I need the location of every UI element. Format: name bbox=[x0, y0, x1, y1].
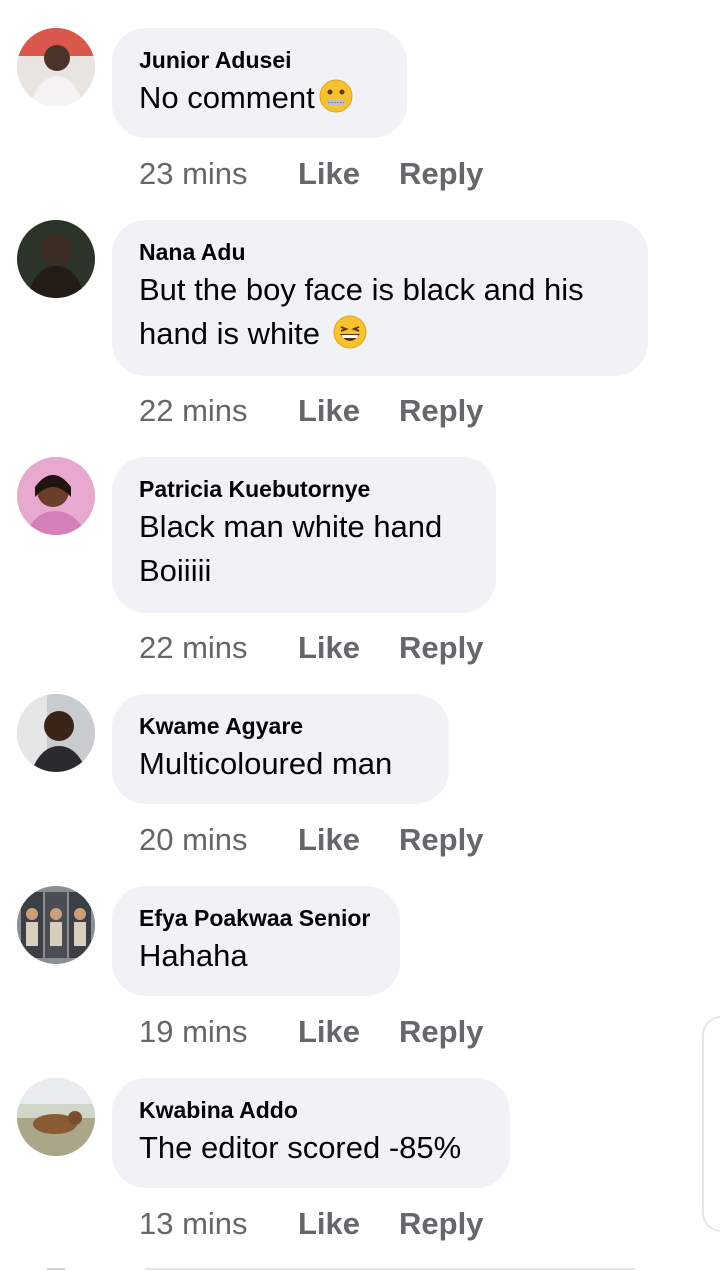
comment-bubble: Kwabina Addo The editor scored -85% bbox=[112, 1078, 510, 1188]
avatar[interactable] bbox=[17, 457, 95, 535]
like-button[interactable]: Like bbox=[298, 1204, 360, 1244]
divider bbox=[47, 1268, 65, 1270]
divider bbox=[145, 1268, 635, 1270]
comment-author[interactable]: Kwame Agyare bbox=[139, 712, 421, 740]
comment-author[interactable]: Efya Poakwaa Senior bbox=[139, 904, 372, 932]
like-button[interactable]: Like bbox=[298, 1012, 360, 1052]
grinning-squinting-face-icon bbox=[332, 314, 368, 362]
comment-text: No comment bbox=[139, 76, 379, 126]
comment-timestamp[interactable]: 22 mins bbox=[139, 628, 248, 668]
like-button[interactable]: Like bbox=[298, 820, 360, 860]
comment-bubble: Kwame Agyare Multicoloured man bbox=[112, 694, 449, 804]
comment-bubble: Patricia Kuebutornye Black man white han… bbox=[112, 457, 496, 613]
avatar[interactable] bbox=[17, 220, 95, 298]
reply-button[interactable]: Reply bbox=[399, 1012, 483, 1052]
comment-author[interactable]: Nana Adu bbox=[139, 238, 620, 266]
edge-panel-handle[interactable] bbox=[702, 1016, 720, 1232]
reply-button[interactable]: Reply bbox=[399, 628, 483, 668]
comment-bubble: Efya Poakwaa Senior Hahaha bbox=[112, 886, 400, 996]
comment-text: Black man white hand Boiiiii bbox=[139, 509, 443, 588]
like-button[interactable]: Like bbox=[298, 391, 360, 431]
zipper-mouth-face-icon bbox=[318, 78, 354, 126]
reply-button[interactable]: Reply bbox=[399, 391, 483, 431]
reply-button[interactable]: Reply bbox=[399, 154, 483, 194]
comment-bubble: Nana Adu But the boy face is black and h… bbox=[112, 220, 648, 376]
comment-author[interactable]: Patricia Kuebutornye bbox=[139, 475, 468, 503]
avatar[interactable] bbox=[17, 28, 95, 106]
comment-text: But the boy face is black and his hand i… bbox=[139, 268, 620, 362]
like-button[interactable]: Like bbox=[298, 154, 360, 194]
comment-timestamp[interactable]: 20 mins bbox=[139, 820, 248, 860]
comment-timestamp[interactable]: 22 mins bbox=[139, 391, 248, 431]
avatar[interactable] bbox=[17, 694, 95, 772]
comments-page: Junior Adusei No comment 23 mins Like Re… bbox=[0, 0, 720, 1271]
reply-button[interactable]: Reply bbox=[399, 1204, 483, 1244]
comment-author[interactable]: Junior Adusei bbox=[139, 46, 379, 74]
comment-text: The editor scored -85% bbox=[139, 1130, 462, 1165]
comment-timestamp[interactable]: 19 mins bbox=[139, 1012, 248, 1052]
comment-text: Hahaha bbox=[139, 938, 248, 973]
reply-button[interactable]: Reply bbox=[399, 820, 483, 860]
avatar[interactable] bbox=[17, 886, 95, 964]
comment-timestamp[interactable]: 13 mins bbox=[139, 1204, 248, 1244]
comment-author[interactable]: Kwabina Addo bbox=[139, 1096, 482, 1124]
avatar[interactable] bbox=[17, 1078, 95, 1156]
comment-bubble: Junior Adusei No comment bbox=[112, 28, 407, 138]
comment-timestamp[interactable]: 23 mins bbox=[139, 154, 248, 194]
like-button[interactable]: Like bbox=[298, 628, 360, 668]
comment-text: Multicoloured man bbox=[139, 746, 393, 781]
